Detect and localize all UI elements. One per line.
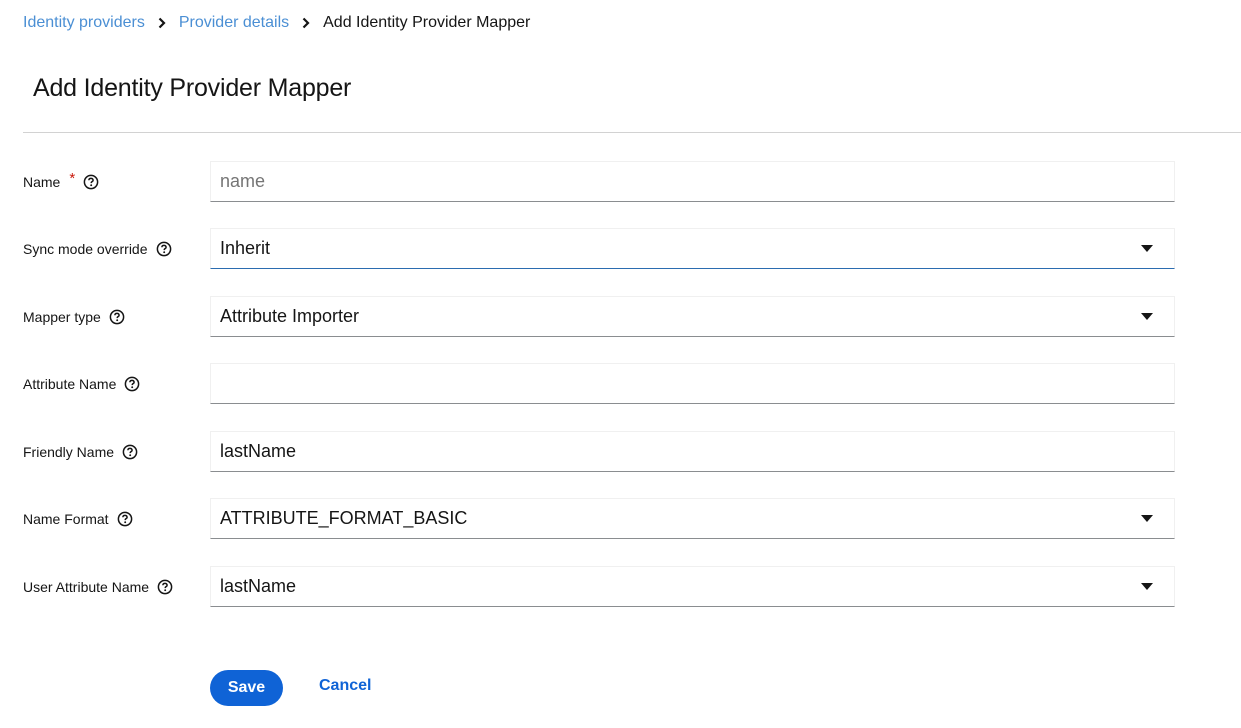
attribute-name-label: Attribute Name bbox=[23, 375, 117, 392]
attribute-name-field[interactable] bbox=[210, 363, 1175, 404]
help-icon[interactable] bbox=[117, 511, 133, 527]
sync-mode-label-group: Sync mode override bbox=[23, 228, 172, 269]
help-icon[interactable] bbox=[157, 579, 173, 595]
save-button[interactable]: Save bbox=[210, 670, 283, 706]
breadcrumb-current: Add Identity Provider Mapper bbox=[323, 14, 531, 31]
name-format-value: ATTRIBUTE_FORMAT_BASIC bbox=[220, 508, 468, 528]
breadcrumb-identity-providers[interactable]: Identity providers bbox=[23, 14, 145, 32]
mapper-type-label: Mapper type bbox=[23, 308, 101, 325]
caret-down-icon bbox=[1141, 244, 1153, 254]
name-format-select[interactable]: ATTRIBUTE_FORMAT_BASIC bbox=[210, 498, 1175, 539]
attribute-name-label-group: Attribute Name bbox=[23, 363, 140, 404]
caret-down-icon bbox=[1141, 514, 1153, 524]
page-title: Add Identity Provider Mapper bbox=[33, 74, 352, 102]
header-divider bbox=[23, 132, 1241, 133]
user-attribute-name-select[interactable]: lastName bbox=[210, 566, 1175, 607]
chevron-right-icon bbox=[145, 13, 179, 33]
help-icon[interactable] bbox=[156, 241, 172, 257]
mapper-type-label-group: Mapper type bbox=[23, 296, 125, 337]
form-row-name-format: Name Format ATTRIBUTE_FORMAT_BASIC bbox=[0, 498, 1241, 539]
form-row-name: Name * bbox=[0, 161, 1241, 202]
form-row-attribute-name: Attribute Name bbox=[0, 363, 1241, 404]
friendly-name-label: Friendly Name bbox=[23, 443, 115, 460]
attribute-name-input[interactable] bbox=[220, 364, 1174, 403]
sync-mode-select[interactable]: Inherit bbox=[210, 228, 1175, 269]
form-row-friendly-name: Friendly Name bbox=[0, 431, 1241, 472]
caret-down-icon bbox=[1141, 582, 1153, 592]
name-field[interactable] bbox=[210, 161, 1175, 202]
name-label-group: Name * bbox=[23, 161, 99, 202]
help-icon[interactable] bbox=[83, 174, 99, 190]
name-input[interactable] bbox=[220, 162, 1174, 201]
form-row-user-attribute-name: User Attribute Name lastName bbox=[0, 566, 1241, 607]
user-attribute-name-label: User Attribute Name bbox=[23, 578, 150, 595]
breadcrumb-provider-details[interactable]: Provider details bbox=[179, 14, 289, 32]
sync-mode-label: Sync mode override bbox=[23, 240, 148, 257]
form-row-mapper-type: Mapper type Attribute Importer bbox=[0, 296, 1241, 337]
chevron-right-icon bbox=[289, 13, 323, 33]
friendly-name-input[interactable] bbox=[220, 432, 1174, 471]
user-attribute-name-value: lastName bbox=[220, 576, 297, 596]
mapper-type-value: Attribute Importer bbox=[220, 306, 360, 326]
mapper-type-select[interactable]: Attribute Importer bbox=[210, 296, 1175, 337]
friendly-name-field[interactable] bbox=[210, 431, 1175, 472]
sync-mode-value: Inherit bbox=[220, 238, 271, 258]
form-row-sync-mode: Sync mode override Inherit bbox=[0, 228, 1241, 269]
help-icon[interactable] bbox=[109, 309, 125, 325]
required-indicator: * bbox=[69, 170, 76, 187]
name-label: Name bbox=[23, 173, 61, 190]
help-icon[interactable] bbox=[124, 376, 140, 392]
user-attribute-name-label-group: User Attribute Name bbox=[23, 566, 173, 607]
page: Identity providers Provider details Add … bbox=[0, 0, 1241, 728]
friendly-name-label-group: Friendly Name bbox=[23, 431, 138, 472]
help-icon[interactable] bbox=[122, 444, 138, 460]
cancel-button[interactable]: Cancel bbox=[306, 670, 384, 702]
name-format-label: Name Format bbox=[23, 510, 109, 527]
name-format-label-group: Name Format bbox=[23, 498, 133, 539]
breadcrumb: Identity providers Provider details Add … bbox=[23, 13, 530, 33]
caret-down-icon bbox=[1141, 312, 1153, 322]
